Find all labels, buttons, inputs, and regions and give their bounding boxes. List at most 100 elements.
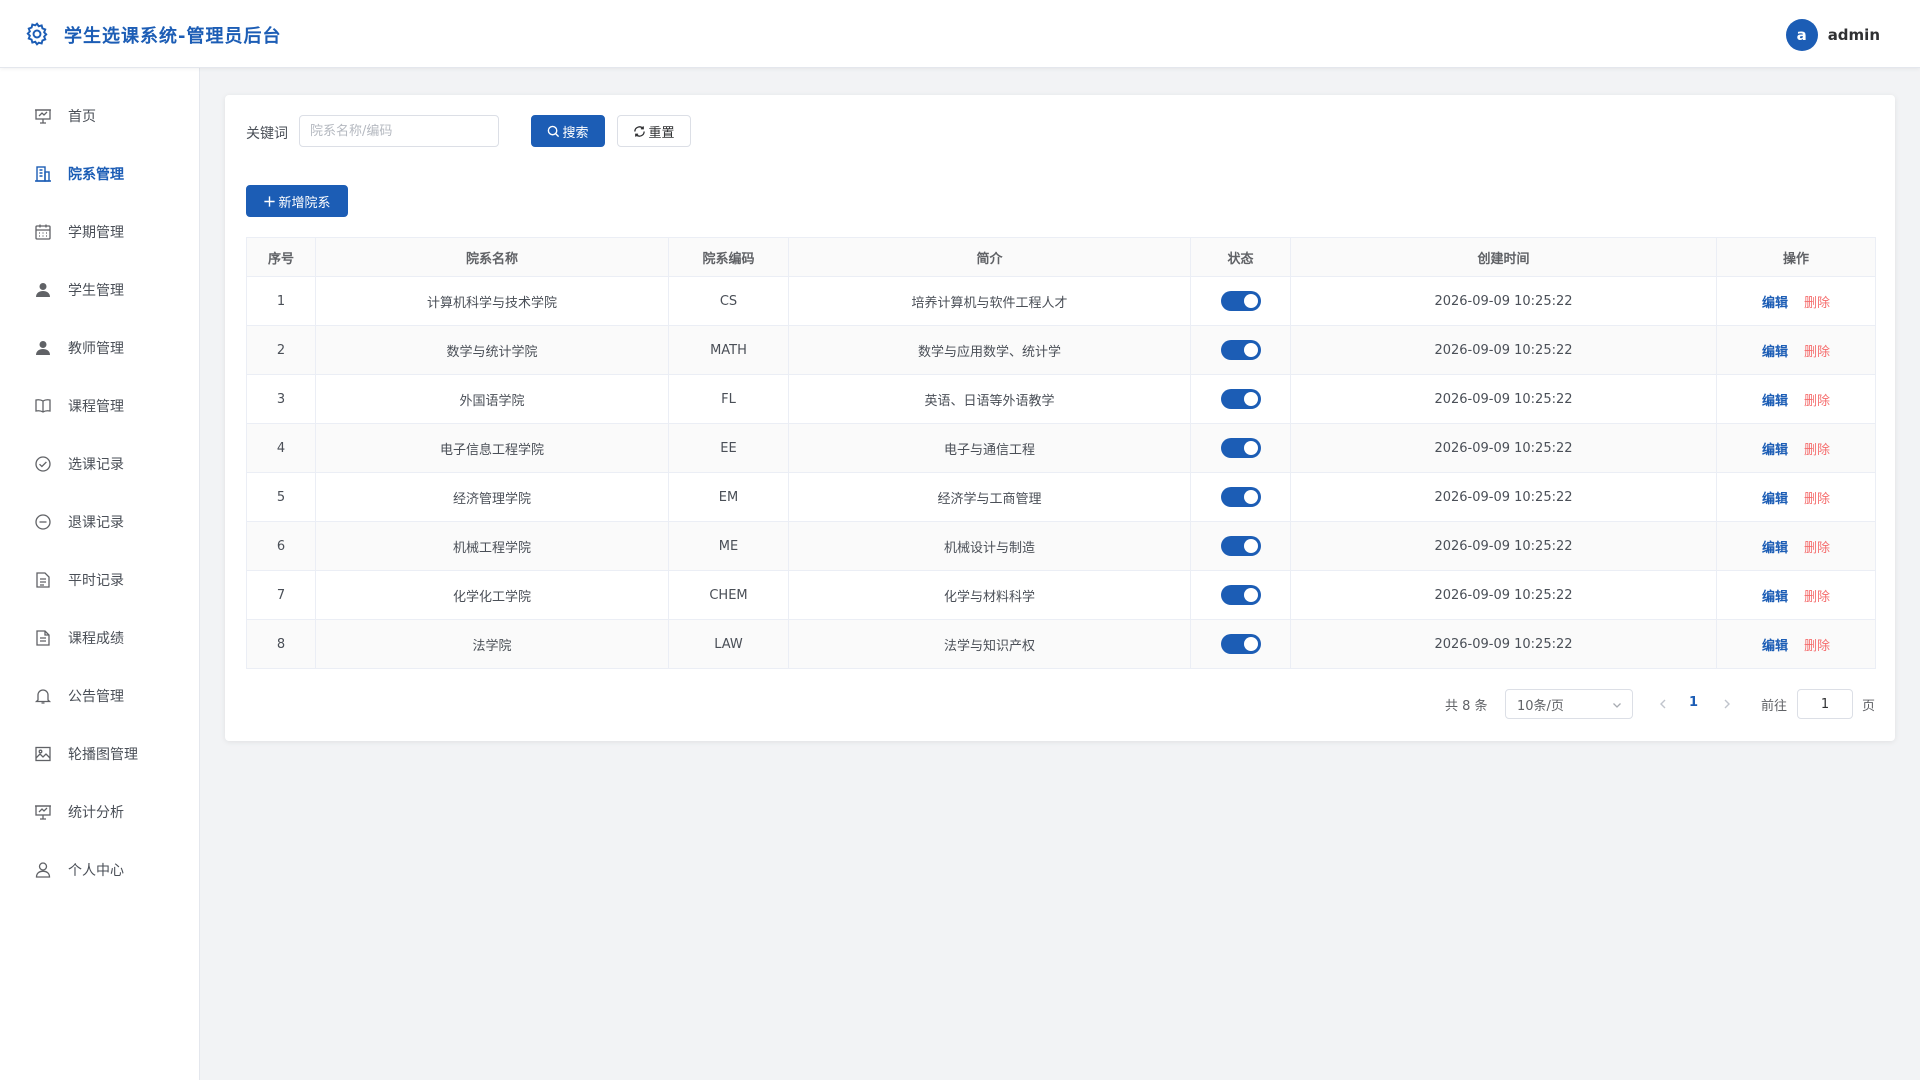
sidebar-item-drops[interactable]: 退课记录 (0, 493, 200, 551)
page-size-value: 10条/页 (1517, 698, 1564, 714)
chevron-down-icon (1613, 703, 1621, 708)
delete-link[interactable]: 删除 (1804, 296, 1830, 311)
sidebar-item-students[interactable]: 学生管理 (0, 261, 200, 319)
column-header: 状态 (1190, 237, 1291, 277)
avatar[interactable]: a (1785, 19, 1818, 51)
cell-code: FL (668, 374, 789, 424)
sidebar-item-home[interactable]: 首页 (0, 87, 200, 145)
picture-icon (35, 746, 51, 762)
delete-link[interactable]: 删除 (1804, 443, 1830, 458)
cell-code: EM (668, 472, 789, 522)
cell-index: 6 (246, 521, 316, 571)
cell-desc: 化学与材料科学 (788, 570, 1191, 620)
reset-button-label: 重置 (648, 125, 675, 141)
sidebar-item-departments[interactable]: 院系管理 (0, 145, 200, 203)
edit-link[interactable]: 编辑 (1762, 394, 1788, 409)
column-header: 操作 (1716, 237, 1876, 277)
cell-desc: 法学与知识产权 (788, 619, 1191, 669)
sidebar-item-teachers[interactable]: 教师管理 (0, 319, 200, 377)
sidebar-item-profile[interactable]: 个人中心 (0, 841, 200, 899)
sidebar-item-label: 学期管理 (68, 225, 124, 241)
calendar-icon (35, 224, 51, 240)
delete-link[interactable]: 删除 (1804, 541, 1830, 556)
cell-desc: 机械设计与制造 (788, 521, 1191, 571)
edit-link[interactable]: 编辑 (1762, 345, 1788, 360)
status-toggle[interactable] (1220, 291, 1261, 311)
cell-desc: 数学与应用数学、统计学 (788, 325, 1191, 375)
sidebar-item-label: 个人中心 (68, 863, 124, 879)
table-row: 7 化学化工学院 CHEM 化学与材料科学 2026-09-09 10:25:2… (246, 570, 1876, 620)
search-button-label: 搜索 (562, 125, 589, 141)
cell-name: 法学院 (315, 619, 669, 669)
add-department-label: 新增院系 (278, 195, 331, 211)
column-header: 简介 (788, 237, 1191, 277)
sidebar-item-grades[interactable]: 课程成绩 (0, 609, 200, 667)
building-icon (35, 166, 51, 182)
status-toggle[interactable] (1220, 389, 1261, 409)
sidebar-item-label: 退课记录 (68, 515, 124, 531)
cell-status (1190, 472, 1291, 522)
cell-code: MATH (668, 325, 789, 375)
cell-name: 化学化工学院 (315, 570, 669, 620)
table-row: 8 法学院 LAW 法学与知识产权 2026-09-09 10:25:22 编辑… (246, 619, 1876, 669)
status-toggle[interactable] (1220, 487, 1261, 507)
edit-link[interactable]: 编辑 (1762, 492, 1788, 507)
minus-circle-icon (35, 514, 51, 530)
column-header: 序号 (246, 237, 316, 277)
sidebar-item-statistics[interactable]: 统计分析 (0, 783, 200, 841)
search-input[interactable] (299, 115, 499, 147)
sidebar-item-semesters[interactable]: 学期管理 (0, 203, 200, 261)
edit-link[interactable]: 编辑 (1762, 296, 1788, 311)
sidebar-item-label: 课程管理 (68, 399, 124, 415)
cell-status (1190, 521, 1291, 571)
reset-button[interactable]: 重置 (617, 115, 691, 147)
user-menu[interactable]: a admin (1785, 19, 1880, 51)
sidebar-item-label: 院系管理 (68, 167, 124, 183)
cell-created: 2026-09-09 10:25:22 (1290, 521, 1717, 571)
sidebar-item-label: 轮播图管理 (68, 747, 138, 763)
status-toggle[interactable] (1220, 438, 1261, 458)
goto-label: 前往 (1761, 699, 1788, 714)
cell-index: 8 (246, 619, 316, 669)
status-toggle[interactable] (1220, 634, 1261, 654)
column-header: 院系名称 (315, 237, 669, 277)
goto-page-input[interactable] (1797, 689, 1853, 719)
search-button[interactable]: 搜索 (531, 115, 605, 147)
delete-link[interactable]: 删除 (1804, 394, 1830, 409)
sidebar-item-enrollments[interactable]: 选课记录 (0, 435, 200, 493)
pagination-total: 共 8 条 (1445, 699, 1488, 714)
cell-code: CHEM (668, 570, 789, 620)
username[interactable]: admin (1828, 26, 1880, 44)
cell-actions: 编辑 删除 (1716, 570, 1876, 620)
chevron-right-icon[interactable] (1719, 695, 1735, 713)
sidebar-item-label: 公告管理 (68, 689, 124, 705)
cell-desc: 经济学与工商管理 (788, 472, 1191, 522)
table-row: 2 数学与统计学院 MATH 数学与应用数学、统计学 2026-09-09 10… (246, 325, 1876, 375)
status-toggle[interactable] (1220, 585, 1261, 605)
plus-icon (264, 195, 276, 207)
status-toggle[interactable] (1220, 536, 1261, 556)
add-department-button[interactable]: 新增院系 (246, 185, 348, 217)
edit-link[interactable]: 编辑 (1762, 590, 1788, 605)
delete-link[interactable]: 删除 (1804, 345, 1830, 360)
page-size-select[interactable]: 10条/页 (1505, 689, 1633, 719)
edit-link[interactable]: 编辑 (1762, 443, 1788, 458)
cell-created: 2026-09-09 10:25:22 (1290, 325, 1717, 375)
delete-link[interactable]: 删除 (1804, 639, 1830, 654)
sidebar-item-announcements[interactable]: 公告管理 (0, 667, 200, 725)
table-row: 4 电子信息工程学院 EE 电子与通信工程 2026-09-09 10:25:2… (246, 423, 1876, 473)
edit-link[interactable]: 编辑 (1762, 541, 1788, 556)
edit-link[interactable]: 编辑 (1762, 639, 1788, 654)
sidebar-item-courses[interactable]: 课程管理 (0, 377, 200, 435)
cell-status (1190, 325, 1291, 375)
app-title: 学生选课系统-管理员后台 (64, 26, 282, 47)
sidebar-item-label: 首页 (68, 109, 96, 125)
delete-link[interactable]: 删除 (1804, 590, 1830, 605)
chevron-left-icon[interactable] (1655, 695, 1671, 713)
sidebar-item-carousel[interactable]: 轮播图管理 (0, 725, 200, 783)
delete-link[interactable]: 删除 (1804, 492, 1830, 507)
sidebar-item-daily-records[interactable]: 平时记录 (0, 551, 200, 609)
page-suffix: 页 (1862, 699, 1876, 714)
status-toggle[interactable] (1220, 340, 1261, 360)
page-number-current[interactable]: 1 (1689, 695, 1698, 710)
